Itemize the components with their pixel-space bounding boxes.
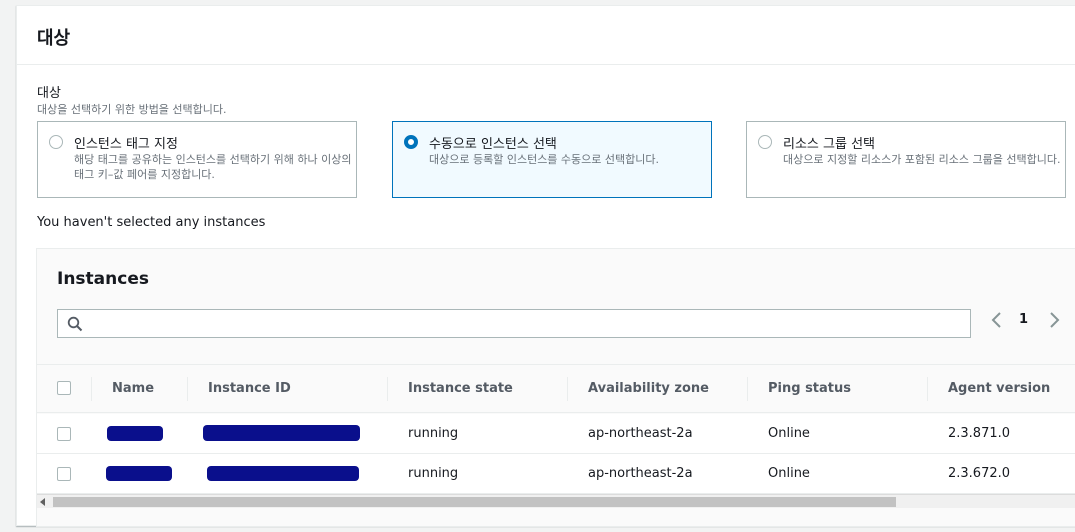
column-header-instance-id[interactable]: Instance ID — [208, 381, 291, 396]
target-field-description: 대상을 선택하기 위한 방법을 선택합니다. — [37, 103, 227, 116]
search-icon — [67, 316, 83, 332]
agent-version-cell: 2.3.871.0 — [948, 426, 1011, 441]
column-header-availability-zone[interactable]: Availability zone — [588, 381, 709, 396]
panel-header — [17, 6, 1075, 65]
agent-version-cell: 2.3.672.0 — [948, 466, 1011, 481]
ping-status-cell: Online — [768, 466, 810, 481]
column-divider — [91, 377, 92, 401]
ping-status-cell: Online — [768, 426, 810, 441]
targets-panel: 대상 대상 대상을 선택하기 위한 방법을 선택합니다. 인스턴스 태그 지정 … — [16, 5, 1075, 527]
redacted-instance-id — [207, 466, 359, 481]
instances-search-input[interactable] — [57, 309, 971, 338]
radio-button-manual[interactable] — [404, 135, 418, 149]
option-description-resource-group: 대상으로 지정할 리소스가 포함된 리소스 그룹을 선택합니다. — [783, 153, 1061, 166]
selection-status-message: You haven't selected any instances — [37, 215, 266, 230]
row-checkbox[interactable] — [57, 427, 71, 441]
scroll-left-icon[interactable] — [40, 498, 45, 506]
radio-button-tags[interactable] — [49, 135, 63, 149]
redacted-instance-id — [203, 425, 360, 441]
availability-zone-cell: ap-northeast-2a — [588, 426, 693, 441]
column-divider — [927, 377, 928, 401]
column-header-ping-status[interactable]: Ping status — [768, 381, 851, 396]
instances-heading: Instances — [57, 269, 149, 289]
page-number[interactable]: 1 — [1019, 312, 1028, 327]
chevron-left-icon[interactable] — [990, 311, 1004, 329]
horizontal-scrollbar[interactable] — [37, 494, 1075, 508]
availability-zone-cell: ap-northeast-2a — [588, 466, 693, 481]
table-row[interactable]: running ap-northeast-2a Online 2.3.672.0 — [37, 454, 1075, 494]
column-divider — [187, 377, 188, 401]
instance-state-cell: running — [408, 426, 459, 441]
option-title-tags: 인스턴스 태그 지정 — [74, 137, 178, 152]
column-header-agent-version[interactable]: Agent version — [948, 381, 1050, 396]
option-tile-tags[interactable]: 인스턴스 태그 지정 해당 태그를 공유하는 인스턴스를 선택하기 위해 하나 … — [37, 121, 357, 198]
option-description-manual: 대상으로 등록할 인스턴스를 수동으로 선택합니다. — [429, 153, 660, 166]
table-header-row: Name Instance ID Instance state Availabi… — [37, 364, 1075, 413]
column-header-instance-state[interactable]: Instance state — [408, 381, 513, 396]
instances-table-container: Instances 1 Name Instance ID Instance st… — [36, 248, 1075, 527]
redacted-name — [106, 466, 172, 481]
table-row[interactable]: running ap-northeast-2a Online 2.3.871.0 — [37, 414, 1075, 454]
option-description-tags: 해당 태그를 공유하는 인스턴스를 선택하기 위해 하나 이상의 태그 키–값 … — [74, 153, 352, 181]
target-field-label: 대상 — [37, 86, 61, 101]
select-all-checkbox[interactable] — [57, 381, 71, 395]
option-title-manual: 수동으로 인스턴스 선택 — [429, 137, 557, 152]
option-tile-manual[interactable]: 수동으로 인스턴스 선택 대상으로 등록할 인스턴스를 수동으로 선택합니다. — [392, 121, 712, 198]
column-divider — [567, 377, 568, 401]
chevron-right-icon[interactable] — [1047, 311, 1061, 329]
column-divider — [747, 377, 748, 401]
column-divider — [387, 377, 388, 401]
scrollbar-thumb[interactable] — [53, 497, 896, 507]
option-tile-resource-group[interactable]: 리소스 그룹 선택 대상으로 지정할 리소스가 포함된 리소스 그룹을 선택합니… — [746, 121, 1066, 198]
radio-button-resource-group[interactable] — [758, 135, 772, 149]
redacted-name — [107, 426, 163, 441]
option-title-resource-group: 리소스 그룹 선택 — [783, 137, 875, 152]
panel-title: 대상 — [37, 28, 71, 49]
row-checkbox[interactable] — [57, 467, 71, 481]
column-header-name[interactable]: Name — [112, 381, 154, 396]
instance-state-cell: running — [408, 466, 459, 481]
